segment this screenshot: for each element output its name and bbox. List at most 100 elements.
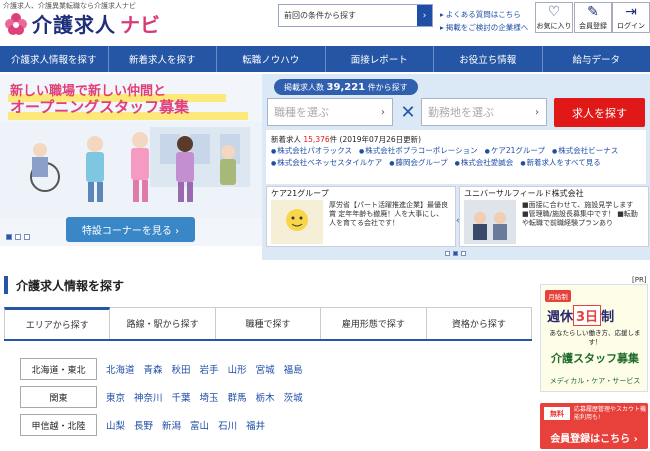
company-link[interactable]: 株式会社愛誠会 [455,157,514,169]
tab-job-type[interactable]: 職種で探す [215,307,322,339]
login-button[interactable]: ⇥ ログイン [612,2,650,33]
card-photo-image [464,200,516,244]
prefecture-link[interactable]: 秋田 [172,362,191,376]
flower-logo-icon [5,12,27,35]
site-header: 介護求人、介護異業転職なら介護求人ナビ 介護求人 ナビ › ▸よくある質問はこち… [0,0,650,44]
times-icon: ✕ [400,101,416,123]
section-title: 介護求人情報を探す [4,276,124,294]
tab-route-station[interactable]: 路線・駅から探す [110,307,216,339]
prefecture-link[interactable]: 神奈川 [134,390,163,404]
company-link[interactable]: ケア21グループ [485,145,545,157]
chevron-right-icon: › [381,106,385,118]
find-jobs-button[interactable]: 求人を探す [554,98,645,127]
prefecture-link[interactable]: 山形 [228,362,247,376]
prefecture-list: 山梨 長野 新潟 富山 石川 福井 [106,418,274,432]
prefecture-list: 北海道 青森 秋田 岩手 山形 宮城 福島 [106,362,312,376]
new-jobs-box: 新着求人 15,376件 (2019年07月26日更新) 株式会社パオラックス … [266,130,646,184]
job-search-panel: 掲載求人数 39,221 件から探す 職種を選ぶ › ✕ 勤務地を選ぶ › 求人… [262,74,650,260]
prefecture-link[interactable]: 富山 [190,418,209,432]
ad-headline: 週休 3日制 [547,305,614,326]
register-cta: 会員登録はこちら › [550,434,638,445]
register-button[interactable]: ✎ 会員登録 [574,2,612,33]
ad-company: メディカル・ケア・サービス [549,377,641,385]
prefecture-link[interactable]: 岩手 [200,362,219,376]
region-label[interactable]: 甲信越・北陸 [20,414,97,436]
carousel-dots [6,234,30,240]
featured-company-card[interactable]: ケア21グループ 厚労省【パート活躍推進企業】最優良賞 定年年齢も撤廃！人を大事… [266,186,456,247]
nav-salary-data[interactable]: 給与データ [543,46,650,72]
employer-link[interactable]: ▸ 掲載をご検討の企業様へ [440,21,528,34]
nav-knowhow[interactable]: 転職ノウハウ [217,46,326,72]
edit-icon: ✎ [587,4,599,20]
region-label[interactable]: 関東 [20,386,97,408]
tab-employment-type[interactable]: 雇用形態で探す [321,307,427,339]
prefecture-link[interactable]: 福島 [284,362,303,376]
member-register-banner[interactable]: 無料 応募履歴管理やスカウト機能利用も! 会員登録はこちら › [540,403,648,449]
prefecture-link[interactable]: 北海道 [106,362,135,376]
card-text: ■面接に合わせて、施設見学します ■管理職/施設長募集中です！ ■転勤や転職で前… [522,201,638,227]
prefecture-link[interactable]: 福井 [246,418,265,432]
hero-headline-2: オープニングスタッフ募集 [10,98,190,116]
hero-banner[interactable]: 新しい職場で新しい仲間と オープニングスタッフ募集 特設コーナーを見る › [0,74,262,246]
region-label[interactable]: 北海道・東北 [20,358,97,380]
company-link[interactable]: 株式会社ビーナス [552,145,618,157]
ad-tag: 月給制 [545,290,571,302]
top-links: ▸ よくある質問はこちら ▸ 掲載をご検討の企業様へ [440,8,528,34]
prefecture-link[interactable]: 群馬 [228,390,247,404]
prefecture-link[interactable]: 宮城 [256,362,275,376]
site-logo[interactable]: 介護求人 ナビ [4,9,160,38]
prefecture-link[interactable]: 東京 [106,390,125,404]
tab-area[interactable]: エリアから探す [4,307,111,339]
prefecture-link[interactable]: 新潟 [162,418,181,432]
job-type-select[interactable]: 職種を選ぶ › [267,98,393,126]
prefecture-link[interactable]: 千葉 [172,390,191,404]
prefecture-link[interactable]: 石川 [218,418,237,432]
company-link[interactable]: 藤岡会グループ [389,157,448,169]
new-company-list: 株式会社パオラックス 株式会社ポプラコーポレーション ケア21グループ 株式会社… [271,145,641,169]
care-staff-illustration [0,122,262,218]
company-link[interactable]: 株式会社パオラックス [271,145,352,157]
favorites-button[interactable]: ♡ お気に入り [535,2,573,33]
prefecture-link[interactable]: 栃木 [256,390,275,404]
carousel-dot[interactable] [6,234,12,240]
region-row: 甲信越・北陸 山梨 長野 新潟 富山 石川 福井 [20,414,530,436]
nav-interview-report[interactable]: 面接レポート [326,46,434,72]
chevron-right-icon: › [422,10,427,21]
company-link[interactable]: 株式会社ポプラコーポレーション [359,145,477,157]
special-corner-button[interactable]: 特設コーナーを見る › [66,217,195,242]
heart-icon: ♡ [547,4,561,20]
faq-link[interactable]: ▸ よくある質問はこちら [440,8,528,21]
previous-search-button[interactable]: › [417,5,432,26]
prefecture-link[interactable]: 埼玉 [200,390,219,404]
featured-company-card[interactable]: ユニバーサルフィールド株式会社 ■面接に合わせて、施設見学します ■管理職/施設… [459,186,649,247]
previous-search-input[interactable] [279,5,417,26]
ad-main-text: 介護スタッフ募集 [551,352,639,365]
carousel-dot[interactable] [453,251,458,256]
carousel-dot[interactable] [461,251,466,256]
logo-navi: ナビ [120,13,160,37]
nav-new-jobs[interactable]: 新着求人を探す [109,46,217,72]
carousel-dot[interactable] [24,234,30,240]
nav-useful-info[interactable]: お役立ち情報 [434,46,543,72]
card-text: 厚労省【パート活躍推進企業】最優良賞 定年年齢も撤廃！人を大事にし、人を育てる会… [329,201,448,227]
prefecture-link[interactable]: 山梨 [106,418,125,432]
region-row: 関東 東京 神奈川 千葉 埼玉 群馬 栃木 茨城 [20,386,530,408]
new-jobs-count: 15,376 [303,135,330,144]
prefecture-link[interactable]: 青森 [144,362,163,376]
nav-search-jobs[interactable]: 介護求人情報を探す [0,46,109,72]
all-new-jobs-link[interactable]: 新着求人をすべて見る [520,157,601,169]
card-mascot-image [271,200,323,244]
location-select[interactable]: 勤務地を選ぶ › [421,98,547,126]
carousel-prev-icon[interactable]: ‹ [456,216,460,226]
recruitment-ad-banner[interactable]: 月給制 週休 3日制 あなたらしい働き方、応援します！ 介護スタッフ募集 メディカ… [540,284,648,392]
cards-carousel-dots [445,251,466,256]
carousel-dot[interactable] [15,234,21,240]
prefecture-link[interactable]: 長野 [134,418,153,432]
prefecture-link[interactable]: 茨城 [284,390,303,404]
search-tabs: エリアから探す 路線・駅から探す 職種で探す 雇用形態で探す 資格から探す [4,307,533,341]
card-title: ユニバーサルフィールド株式会社 [464,189,584,198]
company-link[interactable]: 株式会社ベネッセスタイルケア [271,157,382,169]
carousel-dot[interactable] [445,251,450,256]
tab-qualification[interactable]: 資格から探す [426,307,533,339]
ad-subtext: あなたらしい働き方、応援します！ [549,329,641,346]
